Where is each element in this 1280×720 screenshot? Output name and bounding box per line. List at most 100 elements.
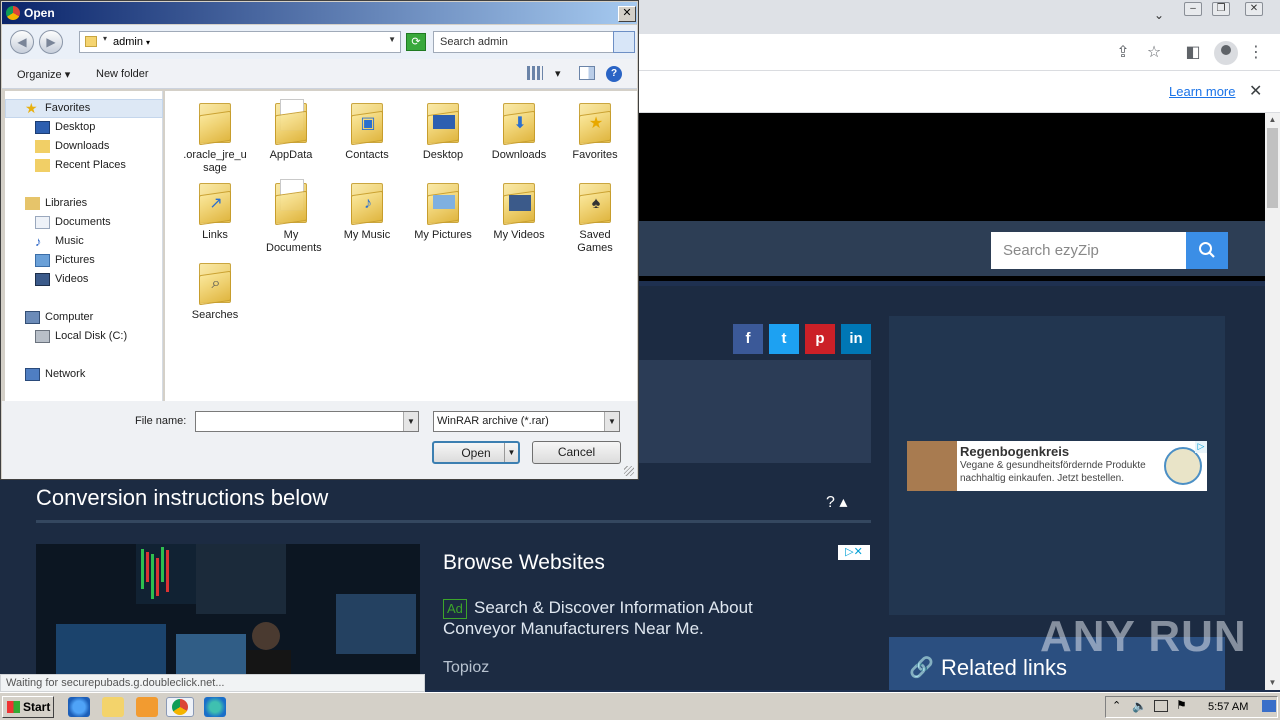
file-explorer-icon[interactable] (102, 697, 124, 717)
nav-favorites[interactable]: ★ Favorites (25, 100, 90, 117)
nav-desktop[interactable]: Desktop (35, 119, 95, 136)
show-desktop-icon[interactable] (1262, 700, 1276, 712)
nav-computer[interactable]: Computer (25, 309, 93, 326)
new-folder-button[interactable]: New folder (96, 68, 149, 80)
view-dropdown-icon[interactable]: ▾ (555, 67, 561, 80)
nav-music[interactable]: ♪ Music (35, 233, 84, 250)
tab-search-chevron-icon[interactable]: ⌄ (1154, 8, 1164, 22)
resize-grip[interactable] (624, 466, 634, 476)
file-name-input[interactable]: ▼ (195, 411, 419, 432)
linkedin-share-button[interactable]: in (841, 324, 871, 354)
folder-item[interactable]: My Videos (481, 179, 557, 242)
preview-pane-icon[interactable] (579, 66, 595, 80)
folder-item[interactable]: My Pictures (405, 179, 481, 242)
system-tray: ⌃ 🔈 ⚑ (1105, 696, 1278, 718)
dialog-nav-bar: ◀ ▶ ▾ admin ▾ ▼ ⟳ Search admin (2, 25, 637, 59)
ad-text[interactable]: Search & Discover Information About Conv… (443, 597, 803, 639)
dialog-title-bar[interactable]: Open ✕ (2, 2, 637, 24)
computer-icon (25, 311, 40, 324)
restore-button[interactable]: ❐ (1212, 2, 1230, 16)
dialog-search-input[interactable]: Search admin (433, 31, 635, 53)
nav-documents[interactable]: Documents (35, 214, 111, 231)
folder-item[interactable]: ♠ Saved Games (557, 179, 633, 255)
scroll-up-arrow-icon[interactable]: ▲ (1265, 113, 1280, 127)
nav-pictures[interactable]: Pictures (35, 252, 95, 269)
facebook-share-button[interactable]: f (733, 324, 763, 354)
file-type-select[interactable]: WinRAR archive (*.rar) ▼ (433, 411, 620, 432)
cancel-button[interactable]: Cancel (532, 441, 621, 464)
folder-item[interactable]: ⌕ Searches (177, 259, 253, 322)
file-name-dropdown-icon[interactable]: ▼ (403, 412, 418, 431)
close-window-button[interactable]: ✕ (1245, 2, 1263, 16)
folder-item[interactable]: ♪ My Music (329, 179, 405, 242)
share-icon[interactable]: ⇪ (1112, 42, 1134, 64)
info-bar-close-icon[interactable]: ✕ (1249, 81, 1262, 101)
side-panel-icon[interactable]: ◧ (1182, 42, 1204, 64)
help-icon[interactable]: ? (606, 66, 622, 82)
start-button[interactable]: Start (2, 696, 54, 718)
forward-arrow-icon[interactable]: ▶ (39, 30, 63, 54)
folder-item[interactable]: Desktop (405, 99, 481, 162)
profile-avatar[interactable] (1214, 41, 1238, 65)
adchoices-icon[interactable]: ▷ (1195, 441, 1207, 453)
minimize-button[interactable]: – (1184, 2, 1202, 16)
open-button[interactable]: Open ▼ (432, 441, 520, 464)
nav-videos[interactable]: Videos (35, 271, 88, 288)
banner-ad[interactable]: Regenbogenkreis Vegane & gesundheitsförd… (907, 441, 1207, 491)
nav-libraries[interactable]: Libraries (25, 195, 87, 212)
pinterest-share-button[interactable]: p (805, 324, 835, 354)
file-type-dropdown-icon[interactable]: ▼ (604, 412, 619, 431)
conversion-toggle[interactable]: ? ▴ (826, 492, 847, 512)
page-scrollbar[interactable]: ▲ ▼ (1265, 113, 1280, 690)
refresh-icon[interactable]: ⟳ (406, 33, 426, 51)
tray-expand-icon[interactable]: ⌃ (1112, 699, 1121, 712)
back-arrow-icon[interactable]: ◀ (10, 30, 34, 54)
organize-menu[interactable]: Organize ▾ (17, 68, 70, 81)
folder-item[interactable]: ▣ Contacts (329, 99, 405, 162)
folder-item[interactable]: My Documents (253, 179, 329, 255)
address-dropdown-icon[interactable]: ▼ (388, 35, 396, 44)
folder-item[interactable]: ↗ Links (177, 179, 253, 242)
network-icon[interactable] (1154, 700, 1168, 712)
volume-icon[interactable]: 🔈 (1132, 699, 1147, 713)
bookmark-star-icon[interactable]: ☆ (1143, 42, 1165, 64)
nav-network[interactable]: Network (25, 366, 85, 383)
videos-folder-icon (499, 179, 539, 226)
twitter-share-button[interactable]: t (769, 324, 799, 354)
media-player-icon[interactable] (136, 697, 158, 717)
scroll-thumb[interactable] (1267, 128, 1278, 208)
ad-image[interactable] (36, 544, 420, 690)
nav-local-disk[interactable]: Local Disk (C:) (35, 328, 127, 345)
pictures-folder-icon (423, 179, 463, 226)
folder-icon (271, 99, 311, 146)
folder-item[interactable]: ⬇ Downloads (481, 99, 557, 162)
nav-recent-places[interactable]: Recent Places (35, 157, 126, 174)
chrome-taskbar-button[interactable] (166, 697, 194, 717)
ad-title[interactable]: Browse Websites (443, 551, 605, 575)
site-search-button[interactable] (1186, 232, 1228, 269)
folder-item[interactable]: AppData (253, 99, 329, 162)
learn-more-link[interactable]: Learn more (1169, 84, 1235, 99)
scroll-down-arrow-icon[interactable]: ▼ (1265, 676, 1280, 690)
menu-kebab-icon[interactable]: ⋮ (1245, 42, 1267, 64)
address-crumb[interactable]: admin (113, 36, 143, 48)
breadcrumb-arrow-icon[interactable]: ▾ (103, 34, 107, 43)
folder-item[interactable]: .oracle_jre_usage (177, 99, 253, 175)
dialog-close-button[interactable]: ✕ (618, 6, 636, 22)
clock[interactable]: 5:57 AM (1208, 701, 1248, 713)
site-search-input[interactable]: Search ezyZip (991, 232, 1186, 269)
edge-icon[interactable] (204, 697, 226, 717)
internet-explorer-icon[interactable] (68, 697, 90, 717)
address-bar[interactable]: ▾ admin ▾ ▼ (79, 31, 401, 53)
star-icon: ★ (25, 100, 38, 116)
folder-item[interactable]: ★ Favorites (557, 99, 633, 162)
action-center-flag-icon[interactable]: ⚑ (1176, 698, 1187, 712)
change-view-icon[interactable] (527, 66, 543, 80)
banner-text: Vegane & gesundheitsfördernde Produkte n… (960, 460, 1146, 484)
nav-downloads[interactable]: Downloads (35, 138, 109, 155)
adchoices-icon[interactable]: ▷✕ (838, 545, 870, 560)
open-split-dropdown-icon[interactable]: ▼ (504, 443, 518, 462)
libraries-icon (25, 197, 40, 210)
ad-source[interactable]: Topioz (443, 659, 489, 677)
search-icon[interactable] (613, 31, 635, 53)
